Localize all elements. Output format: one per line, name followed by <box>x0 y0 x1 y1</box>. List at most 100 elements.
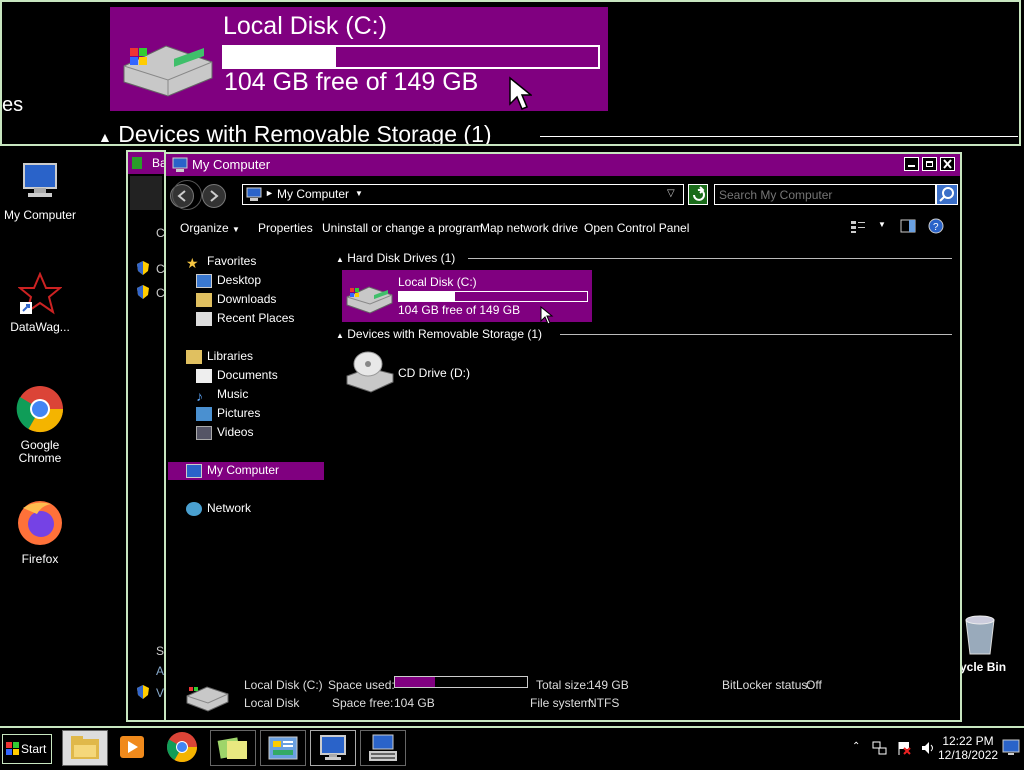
nav-my-computer[interactable]: My Computer <box>186 463 279 478</box>
recycle-bin-icon <box>965 615 995 655</box>
background-window[interactable]: Ba C C C S A V <box>126 150 167 722</box>
refresh-button[interactable] <box>688 184 708 205</box>
window-titlebar[interactable]: My Computer <box>166 154 960 176</box>
breadcrumb-dropdown-icon[interactable]: ▼ <box>355 189 363 198</box>
nav-label: Network <box>207 501 252 515</box>
nav-network[interactable]: Network <box>186 501 251 516</box>
show-desktop-button[interactable] <box>1002 738 1020 761</box>
drive-c-tile[interactable]: Local Disk (C:) 104 GB free of 149 GB <box>342 270 592 322</box>
drive-c-name: Local Disk (C:) <box>398 275 477 289</box>
control-panel-icon <box>268 736 298 760</box>
computer-icon <box>186 463 202 478</box>
nav-recent-places[interactable]: Recent Places <box>196 311 294 326</box>
details-file-system-label: File system: <box>530 696 595 710</box>
desktop-icon-datawag[interactable]: DataWag... <box>0 271 80 334</box>
nav-downloads[interactable]: Downloads <box>196 292 276 307</box>
start-button[interactable]: Start <box>2 734 52 764</box>
details-file-system-value: NTFS <box>588 696 620 710</box>
close-button[interactable] <box>940 157 955 171</box>
desktop-icon-firefox[interactable]: Firefox <box>0 498 80 566</box>
taskbar-chrome-button[interactable] <box>160 730 206 766</box>
recent-places-icon <box>196 311 212 326</box>
nav-favorites[interactable]: ★ Favorites <box>186 254 256 271</box>
address-row: ► My Computer ▼ ▽ <box>166 178 960 212</box>
network-status-icon[interactable] <box>872 740 888 761</box>
magnifier-panel: Local Disk (C:) 104 GB free of 149 GB es… <box>0 0 1021 146</box>
back-hover-ring <box>172 180 202 210</box>
hard-drive-icon <box>346 286 393 314</box>
details-space-free-value: 104 GB <box>394 696 435 710</box>
sticky-notes-icon <box>217 737 247 759</box>
details-space-free-label: Space free: <box>332 696 394 710</box>
address-dropdown-icon[interactable]: ▽ <box>667 188 675 199</box>
action-center-flag-icon[interactable] <box>896 740 912 761</box>
background-bottom-char: S <box>156 644 165 658</box>
search-icon <box>939 187 954 202</box>
group-label: Hard Disk Drives (1) <box>347 251 456 265</box>
address-text[interactable]: My Computer <box>277 187 349 201</box>
taskbar-explorer-button[interactable] <box>62 730 108 766</box>
details-space-used-label: Space used: <box>328 678 395 692</box>
taskbar-control-panel-button[interactable] <box>260 730 306 766</box>
details-drive-type: Local Disk <box>244 696 300 710</box>
pictures-icon <box>196 406 212 421</box>
computer-icon <box>320 735 346 760</box>
taskbar-media-player-button[interactable] <box>110 730 156 766</box>
uninstall-program-button[interactable]: Uninstall or change a program <box>322 221 483 235</box>
chrome-icon <box>16 386 64 433</box>
computer-icon <box>246 187 262 201</box>
help-button[interactable]: ? <box>928 218 944 237</box>
minimize-button[interactable] <box>904 157 919 171</box>
open-control-panel-button[interactable]: Open Control Panel <box>584 221 689 235</box>
forward-arrow-icon <box>210 190 219 202</box>
nav-pictures[interactable]: Pictures <box>196 406 260 421</box>
close-icon <box>943 159 952 169</box>
nav-music[interactable]: ♪ Music <box>196 387 249 404</box>
taskbar-on-screen-keyboard-button[interactable] <box>360 730 406 766</box>
desktop-icon-my-computer[interactable]: My Computer <box>0 160 80 222</box>
forward-button[interactable] <box>202 184 226 208</box>
map-network-drive-button[interactable]: Map network drive <box>480 221 578 235</box>
magnified-drive-free: 104 GB free of 149 GB <box>224 68 479 96</box>
desktop-icon-label: ycle Bin <box>960 660 1007 674</box>
address-bar[interactable]: ► My Computer ▼ ▽ <box>242 184 684 205</box>
nav-documents[interactable]: Documents <box>196 368 278 383</box>
desktop-icon-label: DataWag... <box>10 320 70 334</box>
taskbar-my-computer-button[interactable] <box>310 730 356 766</box>
breadcrumb-arrow-icon[interactable]: ► <box>265 188 274 198</box>
search-button[interactable] <box>936 184 958 205</box>
group-header-removable-storage[interactable]: ▲ Devices with Removable Storage (1) <box>336 327 542 341</box>
drive-d-tile[interactable]: CD Drive (D:) <box>342 350 492 396</box>
maximize-button[interactable] <box>922 157 937 171</box>
magnified-section-label: Devices with Removable Storage (1) <box>118 121 492 146</box>
nav-label: Pictures <box>217 406 261 420</box>
background-bottom-char: A <box>156 664 165 678</box>
properties-button[interactable]: Properties <box>258 221 313 235</box>
view-options-dropdown-icon[interactable]: ▼ <box>878 220 886 229</box>
nav-label: Music <box>217 387 249 401</box>
system-clock[interactable]: 12:22 PM 12/18/2022 <box>938 734 998 762</box>
minimize-icon <box>908 165 915 167</box>
change-view-button[interactable] <box>850 220 866 237</box>
nav-libraries[interactable]: Libraries <box>186 349 253 364</box>
explorer-window[interactable]: My Computer ► My Computer ▼ ▽ Organize ▼… <box>164 152 962 722</box>
desktop-icon-google-chrome[interactable]: Google Chrome <box>0 384 80 465</box>
nav-desktop[interactable]: Desktop <box>196 273 261 288</box>
window-title: My Computer <box>192 157 271 172</box>
show-hidden-icons-button[interactable]: ⌃ <box>852 741 860 752</box>
search-input[interactable] <box>714 184 936 205</box>
mouse-cursor-icon <box>509 76 532 110</box>
background-window-toolbar <box>130 176 162 210</box>
group-header-hard-disk-drives[interactable]: ▲ Hard Disk Drives (1) <box>336 251 455 265</box>
nav-videos[interactable]: Videos <box>196 425 253 440</box>
star-icon: ★ <box>186 254 199 271</box>
collapse-arrow-icon: ▲ <box>98 129 112 145</box>
preview-pane-button[interactable] <box>900 219 916 236</box>
nav-label: Downloads <box>217 292 277 306</box>
mouse-cursor-icon <box>540 306 554 325</box>
nav-label: Desktop <box>217 273 262 287</box>
taskbar-notes-button[interactable] <box>210 730 256 766</box>
organize-button[interactable]: Organize ▼ <box>180 221 240 235</box>
volume-icon[interactable] <box>920 740 936 761</box>
background-bottom-char: V <box>156 686 165 700</box>
